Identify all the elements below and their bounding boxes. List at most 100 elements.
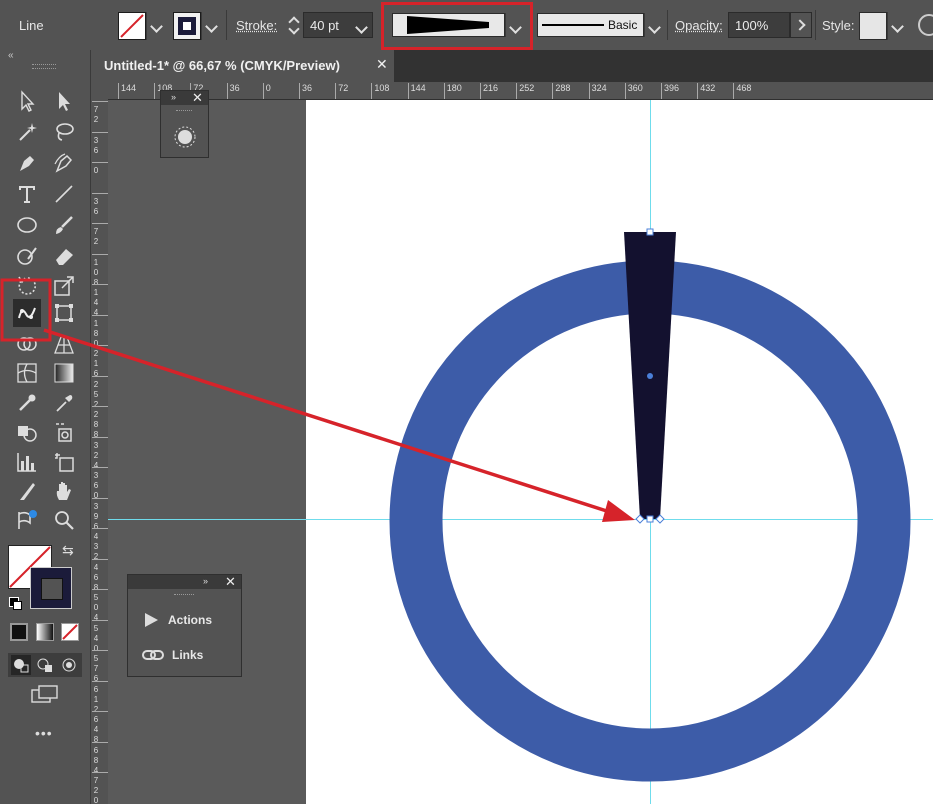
magic-wand-tool[interactable] (13, 118, 41, 146)
line-segment-tool[interactable] (50, 180, 78, 208)
ruler-label: 108 (93, 257, 99, 287)
stroke-color-icon (178, 17, 196, 35)
lasso-tool[interactable] (50, 118, 78, 146)
stroke-swatch[interactable] (173, 12, 201, 40)
perspective-grid-tool[interactable] (50, 330, 78, 358)
width-profile-dropdown[interactable] (505, 13, 526, 37)
scale-tool[interactable] (50, 272, 78, 300)
stroke-dropdown[interactable] (201, 12, 222, 40)
free-transform-tool[interactable] (50, 299, 78, 327)
ruler-tick (92, 436, 108, 438)
shape-builder-tool[interactable] (13, 330, 41, 358)
document-tab[interactable]: Untitled-1* @ 66,67 % (CMYK/Preview) ✕ (91, 50, 394, 82)
draw-normal-button[interactable] (11, 655, 31, 675)
pen-tool[interactable] (13, 149, 41, 177)
draw-inside-button[interactable] (59, 655, 79, 675)
vertical-ruler[interactable]: 7236036721081441802162522883243603964324… (91, 99, 109, 804)
hand-tool[interactable] (50, 477, 78, 505)
panel-item-links[interactable]: Links (142, 645, 203, 665)
draw-behind-button[interactable] (35, 655, 55, 675)
chevron-right-icon (794, 19, 806, 31)
ellipse-tool[interactable] (13, 211, 41, 239)
blend-tool[interactable] (13, 389, 41, 417)
bar-graph-icon (17, 453, 36, 472)
slice-tool[interactable] (13, 477, 41, 505)
ruler-label: 576 (93, 654, 99, 683)
close-panel-icon[interactable]: ✕ (192, 90, 203, 106)
shaper-tool[interactable] (13, 242, 41, 270)
close-panel-icon[interactable]: ✕ (225, 574, 236, 590)
eyedropper-tool[interactable] (50, 389, 78, 417)
vertical-guide[interactable] (650, 100, 651, 804)
mesh-tool[interactable] (13, 359, 41, 387)
width-profile-taper-icon (407, 16, 489, 34)
panel-item-actions[interactable]: Actions (142, 610, 212, 630)
stroke-label[interactable]: Stroke: (236, 18, 277, 33)
curvature-tool[interactable] (50, 149, 78, 177)
fill-swatch[interactable] (118, 12, 146, 40)
selection-tool[interactable] (13, 87, 41, 115)
stroke-weight-stepper[interactable] (285, 12, 303, 38)
brush-dropdown[interactable] (644, 13, 665, 37)
rotate-tool[interactable] (13, 272, 41, 300)
panel-grip[interactable] (32, 64, 56, 69)
direct-selection-tool[interactable] (50, 87, 78, 115)
expand-panel-icon[interactable]: » (203, 576, 208, 586)
ruler-tick (92, 131, 108, 133)
none-mode-button[interactable] (61, 623, 79, 641)
opacity-label[interactable]: Opacity: (675, 18, 723, 33)
close-tab-icon[interactable]: ✕ (376, 56, 388, 73)
panel-item-label: Links (172, 648, 204, 662)
collapse-panel-icon[interactable]: « (8, 50, 14, 61)
sun-icon[interactable] (173, 125, 197, 149)
panel-header[interactable]: » ✕ (128, 574, 241, 590)
brush-definition[interactable]: Basic (537, 13, 644, 37)
graphic-style-dropdown[interactable] (887, 12, 908, 40)
opacity-input[interactable]: 100% (728, 12, 790, 38)
mini-panel-header[interactable]: » ✕ (161, 90, 208, 106)
magnifier-icon (55, 511, 74, 530)
default-colors-icon[interactable] (9, 597, 22, 610)
stroke-weight-dropdown[interactable] (352, 13, 372, 37)
zoom-tool[interactable] (50, 506, 78, 534)
stroke-color-swatch[interactable] (30, 567, 72, 609)
ruler-label: 36 (93, 135, 99, 155)
symbol-sprayer-tool[interactable] (13, 418, 41, 446)
change-screen-mode-button[interactable] (30, 684, 60, 706)
fill-dropdown[interactable] (146, 12, 167, 40)
ruler-tick (92, 375, 108, 377)
artboard[interactable] (306, 100, 933, 804)
artboard-icon (55, 453, 74, 472)
ruler-label: 468 (736, 83, 752, 93)
recolor-icon[interactable] (918, 14, 933, 36)
ruler-origin[interactable] (91, 82, 109, 100)
horizontal-guide[interactable] (108, 519, 933, 520)
horizontal-ruler[interactable]: 144 108 72 36 0 36 72 108 144 180 216 252 288 324 360 3… (108, 82, 933, 100)
column-graph-tool[interactable] (13, 448, 41, 476)
paintbrush-tool[interactable] (50, 211, 78, 239)
ruler-tick (624, 83, 626, 99)
gradient-mode-button[interactable] (36, 623, 54, 641)
gradient-tool[interactable] (50, 359, 78, 387)
ruler-label: 36 (302, 83, 313, 93)
ruler-label: 72 (93, 227, 99, 246)
puppet-warp-tool[interactable] (13, 299, 41, 327)
edit-toolbar-button[interactable]: ••• (35, 725, 53, 741)
opacity-expand-button[interactable] (790, 12, 812, 38)
graphic-style-swatch[interactable] (859, 12, 887, 40)
toggle-screen-mode[interactable] (13, 506, 41, 534)
ruler-tick (92, 680, 108, 682)
color-mode-button[interactable] (10, 623, 28, 641)
ruler-tick (480, 83, 481, 99)
variable-width-profile[interactable] (392, 13, 505, 37)
ruler-tick (92, 741, 108, 743)
type-tool[interactable] (13, 180, 41, 208)
swap-colors-icon[interactable]: ⇆ (62, 542, 74, 559)
expand-panel-icon[interactable]: » (171, 92, 176, 102)
ruler-tick (443, 83, 445, 99)
eraser-tool[interactable] (50, 242, 78, 270)
ruler-tick (92, 314, 108, 316)
ruler-label: 144 (410, 83, 426, 93)
artboard-tool[interactable] (50, 448, 78, 476)
live-paint-tool[interactable] (50, 418, 78, 446)
